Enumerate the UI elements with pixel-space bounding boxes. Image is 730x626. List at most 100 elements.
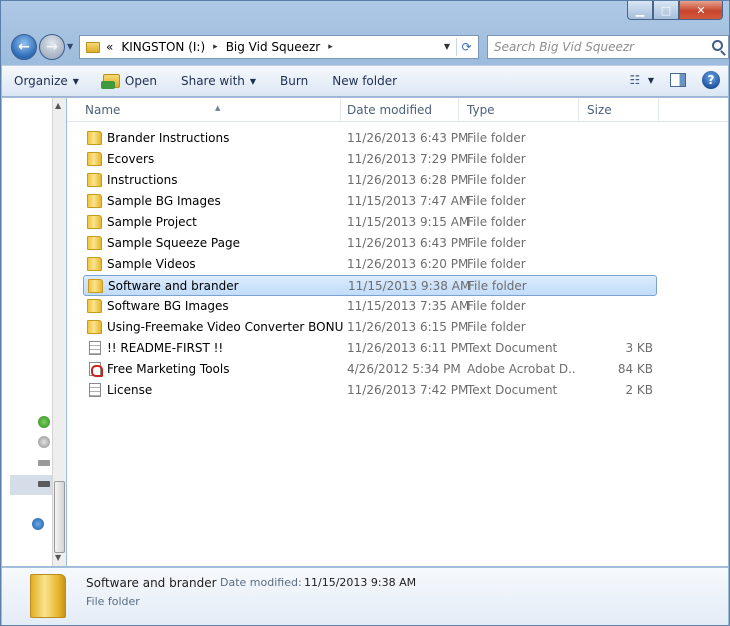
scrollbar-thumb[interactable] <box>54 481 65 553</box>
table-row[interactable]: Software and brander 11/15/2013 9:38 AM Fi… <box>83 275 657 296</box>
refresh-button[interactable]: ⟳ <box>456 38 476 56</box>
file-date-modified: 11/15/2013 7:35 AM <box>347 299 470 313</box>
table-row[interactable]: Sample Videos 11/26/2013 6:20 PM File fold… <box>83 254 657 275</box>
file-type: File folder <box>467 320 526 334</box>
file-date-modified: 11/26/2013 6:28 PM <box>347 173 469 187</box>
file-date-modified: 11/26/2013 7:29 PM <box>347 152 469 166</box>
explorer-window: ▁ □ ✕ ← → ▼ « KINGSTON (I:) ▸ Big Vid Sq… <box>0 0 730 626</box>
search-input[interactable]: Search Big Vid Squeezr <box>487 35 729 59</box>
file-date-modified: 11/15/2013 9:38 AM <box>348 279 471 293</box>
folder-icon <box>87 257 102 271</box>
table-row[interactable]: Sample Squeeze Page 11/26/2013 6:43 PM Fil… <box>83 233 657 254</box>
burn-button[interactable]: Burn <box>268 69 320 93</box>
table-row[interactable]: Sample BG Images 11/15/2013 7:47 AM File f… <box>83 191 657 212</box>
refresh-icon: ⟳ <box>461 40 472 54</box>
forward-button[interactable]: → <box>39 34 65 60</box>
table-row[interactable]: !! README-FIRST !! 11/26/2013 6:11 PM Text… <box>83 338 657 359</box>
disc-drive-icon[interactable] <box>38 436 50 448</box>
table-row[interactable]: Brander Instructions 11/26/2013 6:43 PM Fi… <box>83 128 657 149</box>
folder-icon <box>87 236 102 250</box>
breadcrumb-separator-icon[interactable]: ▸ <box>328 42 333 52</box>
command-bar: Organize ▼ Open Share with ▼ Burn New fo… <box>2 65 728 97</box>
file-name: Sample Squeeze Page <box>107 236 240 250</box>
file-name: !! README-FIRST !! <box>107 341 224 355</box>
pdf-icon <box>89 362 103 377</box>
usb-drive-icon[interactable] <box>38 481 50 487</box>
file-name: Instructions <box>107 173 178 187</box>
open-folder-icon <box>100 74 120 89</box>
folder-icon <box>88 279 103 293</box>
folder-icon <box>87 152 102 166</box>
file-list: Name ▲ Date modified Type Size Brander I… <box>67 98 728 566</box>
view-options-dropdown-icon[interactable]: ▼ <box>648 76 654 85</box>
new-folder-button[interactable]: New folder <box>320 69 409 93</box>
column-size[interactable]: Size <box>579 98 659 122</box>
help-button[interactable]: ? <box>702 71 720 89</box>
file-name: Sample BG Images <box>107 194 221 208</box>
file-name: Sample Videos <box>107 257 196 271</box>
file-type: Text Document <box>467 383 558 397</box>
share-with-label: Share with <box>180 74 245 88</box>
organize-button[interactable]: Organize ▼ <box>2 69 91 93</box>
breadcrumb-separator-icon[interactable]: ▸ <box>213 42 218 52</box>
column-name-label: Name <box>85 103 121 117</box>
details-name: Software and brander <box>86 576 217 590</box>
column-date-modified[interactable]: Date modified <box>339 98 459 122</box>
folder-icon <box>87 320 102 334</box>
file-size: 84 KB <box>617 362 653 376</box>
view-controls: ☷ ▼ ? <box>622 70 720 90</box>
file-date-modified: 11/26/2013 6:15 PM <box>347 320 469 334</box>
breadcrumb-drive[interactable]: KINGSTON (I:) <box>121 40 205 54</box>
new-folder-label: New folder <box>332 74 398 88</box>
folder-icon <box>86 41 100 53</box>
text-icon <box>89 383 101 397</box>
preview-pane-button[interactable] <box>670 73 686 87</box>
details-pane: Software and brander Date modified: 11/1… <box>2 567 728 625</box>
details-date-value: 11/15/2013 9:38 AM <box>304 576 417 589</box>
file-name: Sample Project <box>107 215 197 229</box>
homegroup-icon[interactable] <box>38 416 50 428</box>
table-row[interactable]: Ecovers 11/26/2013 7:29 PM File folder <box>83 149 657 170</box>
file-name: Free Marketing Tools <box>107 362 230 376</box>
scroll-down-icon[interactable]: ▼ <box>55 553 61 562</box>
file-type: File folder <box>467 173 526 187</box>
recent-pages-dropdown[interactable]: ▼ <box>67 42 73 51</box>
change-view-button[interactable]: ☷ <box>622 70 648 90</box>
organize-label: Organize <box>14 74 68 88</box>
file-date-modified: 11/26/2013 6:20 PM <box>347 257 469 271</box>
table-row[interactable]: Using-Freemake Video Converter BONUS 11/2… <box>83 317 657 338</box>
search-icon[interactable] <box>712 40 723 51</box>
drive-icon[interactable] <box>38 460 50 466</box>
address-dropdown-icon[interactable]: ▼ <box>444 42 450 51</box>
open-button[interactable]: Open <box>91 69 169 93</box>
table-row[interactable]: Sample Project 11/15/2013 9:15 AM File fol… <box>83 212 657 233</box>
folder-icon <box>87 215 102 229</box>
minimize-button[interactable]: ▁ <box>627 1 653 20</box>
details-date-label: Date modified: <box>220 576 302 589</box>
navigation-pane: ▲ ▼ <box>2 98 66 566</box>
back-button[interactable]: ← <box>11 34 37 60</box>
network-icon[interactable] <box>32 518 44 530</box>
table-row[interactable]: Free Marketing Tools 4/26/2012 5:34 PM Ado… <box>83 359 657 380</box>
breadcrumb-overflow[interactable]: « <box>106 40 113 54</box>
table-row[interactable]: License 11/26/2013 7:42 PM Text Document 2 … <box>83 380 657 401</box>
file-name: Ecovers <box>107 152 155 166</box>
file-type: File folder <box>467 236 526 250</box>
file-name: Software and brander <box>108 279 239 293</box>
address-bar[interactable]: « KINGSTON (I:) ▸ Big Vid Squeezr ▸ ▼ ⟳ <box>79 35 479 59</box>
share-with-button[interactable]: Share with ▼ <box>169 69 268 93</box>
nav-pane-scrollbar[interactable]: ▲ ▼ <box>52 98 66 566</box>
maximize-button[interactable]: □ <box>653 1 679 20</box>
file-type: File folder <box>467 257 526 271</box>
column-type[interactable]: Type <box>459 98 579 122</box>
title-bar[interactable]: ▁ □ ✕ <box>1 1 729 31</box>
file-date-modified: 4/26/2012 5:34 PM <box>347 362 461 376</box>
breadcrumb-folder[interactable]: Big Vid Squeezr <box>226 40 321 54</box>
table-row[interactable]: Software BG Images 11/15/2013 7:35 AM File… <box>83 296 657 317</box>
details-view-icon: ☷ <box>629 73 641 87</box>
open-label: Open <box>124 74 157 88</box>
scroll-up-icon[interactable]: ▲ <box>55 101 61 110</box>
column-name[interactable]: Name ▲ <box>77 98 341 122</box>
table-row[interactable]: Instructions 11/26/2013 6:28 PM File folde… <box>83 170 657 191</box>
close-button[interactable]: ✕ <box>679 1 723 20</box>
